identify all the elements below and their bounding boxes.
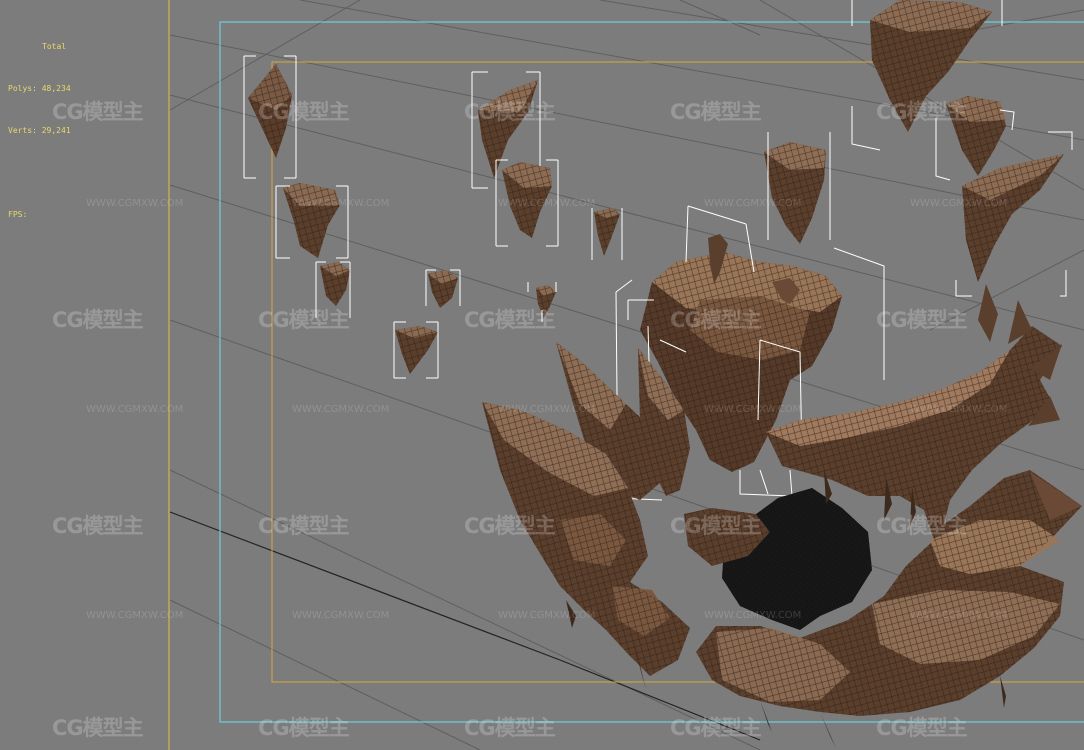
rock-top-right-2[interactable]	[946, 96, 1006, 176]
rock-small-2[interactable]	[315, 261, 351, 318]
rock-dense-mesh[interactable]	[684, 488, 872, 630]
rock-small-shard[interactable]	[243, 55, 297, 179]
rock-small-5[interactable]	[536, 285, 556, 318]
stats-fps-label: FPS:	[8, 210, 28, 219]
stats-verts-value: 29,241	[41, 126, 71, 135]
scene-canvas[interactable]	[0, 0, 1084, 750]
rock-small-4[interactable]	[393, 321, 439, 379]
viewport-statistics: Total Polys: 48,234 Verts: 29,241 FPS:	[8, 12, 71, 250]
stats-title: Total	[42, 42, 67, 51]
rock-small-3[interactable]	[425, 269, 461, 308]
stats-polys-label: Polys:	[8, 84, 37, 93]
stats-verts-label: Verts:	[8, 126, 37, 135]
stats-polys-value: 48,234	[41, 84, 71, 93]
stats-spacer	[8, 166, 71, 180]
rock-top-center-2[interactable]	[495, 159, 559, 247]
viewport-perspective[interactable]: Total Polys: 48,234 Verts: 29,241 FPS: C…	[0, 0, 1084, 750]
rock-small-1[interactable]	[275, 183, 349, 259]
rock-small-6[interactable]	[591, 208, 623, 260]
stats-polys-row: Polys: 48,234	[8, 82, 71, 96]
grid-axis	[169, 511, 561, 661]
rock-right-spire[interactable]	[955, 154, 1067, 297]
stats-verts-row: Verts: 29,241	[8, 124, 71, 138]
rock-mid-right[interactable]	[764, 132, 831, 244]
